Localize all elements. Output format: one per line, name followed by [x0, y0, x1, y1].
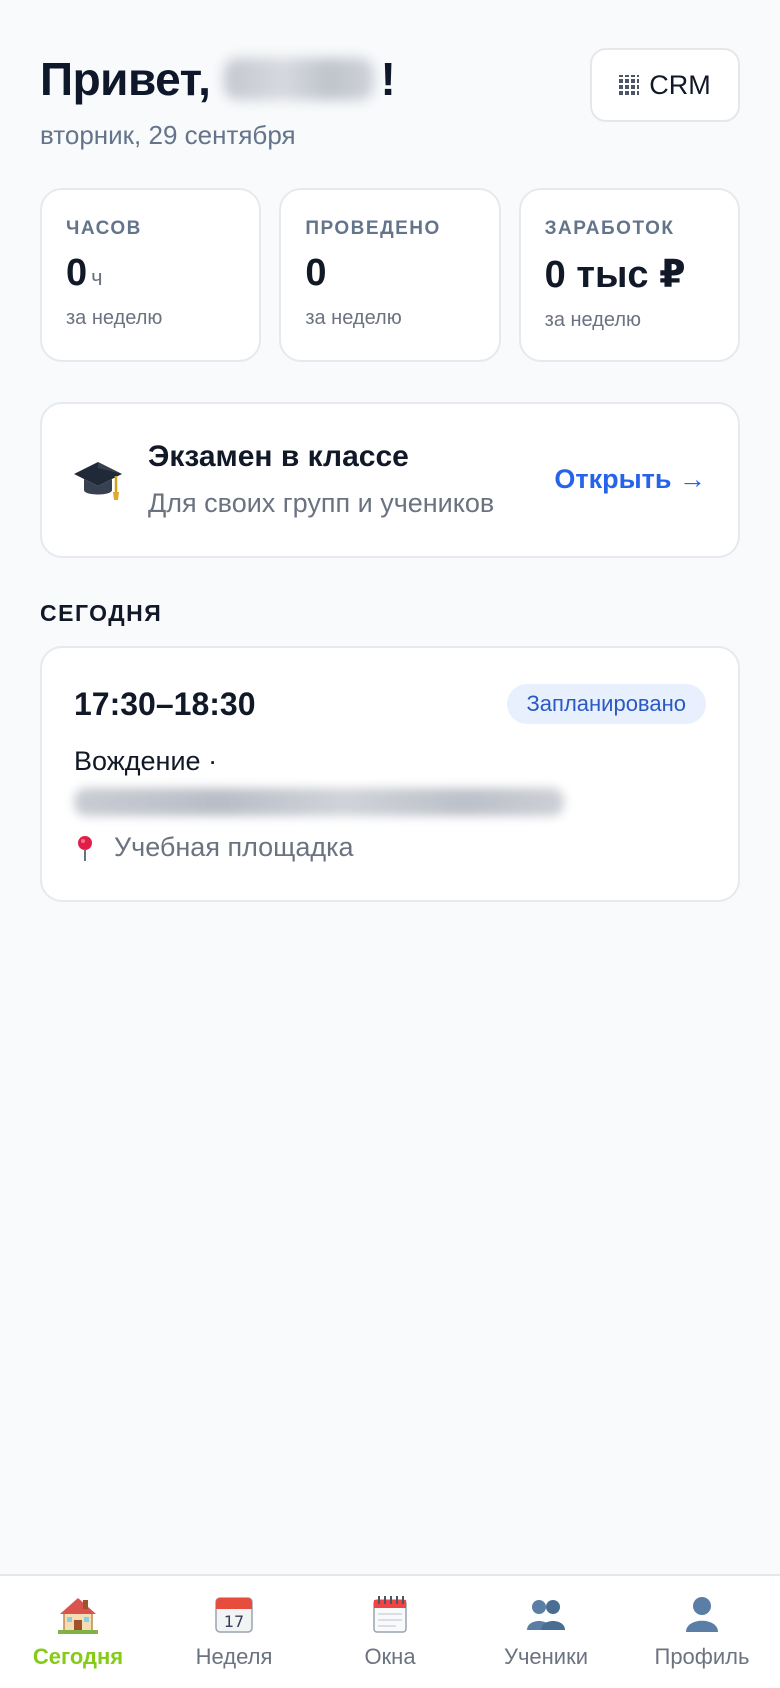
svg-text:17: 17	[224, 1612, 244, 1631]
crm-button-label: CRM	[649, 69, 711, 100]
stat-unit: ч	[91, 265, 103, 290]
nav-label: Сегодня	[32, 1644, 124, 1669]
stat-period: за неделю	[305, 307, 402, 329]
stat-period: за неделю	[66, 307, 163, 329]
header: Привет, ! вторник, 29 сентября CRM	[40, 48, 740, 158]
today-section-title: СЕГОДНЯ	[40, 600, 163, 626]
graduation-cap-icon	[74, 462, 122, 500]
stat-period: за неделю	[544, 309, 642, 331]
nav-item-today[interactable]: Сегодня	[0, 1576, 156, 1688]
nav-item-profile[interactable]: Профиль	[624, 1576, 780, 1688]
users-icon	[527, 1600, 565, 1630]
stat-number: 0	[66, 252, 88, 294]
spiral-calendar-icon	[373, 1596, 407, 1633]
exam-open-link[interactable]: Открыть →	[554, 464, 706, 495]
location-pin-icon	[78, 835, 92, 861]
greeting-suffix: !	[380, 53, 396, 105]
exam-title: Экзамен в классе	[148, 440, 409, 473]
nav-item-students[interactable]: Ученики	[468, 1576, 624, 1688]
greeting-prefix: Привет,	[40, 53, 211, 105]
nav-label: Окна	[364, 1644, 416, 1669]
stat-number: 0 тыс ₽	[544, 254, 686, 296]
home-screen: Привет, ! вторник, 29 сентября CRM ЧАСОВ…	[0, 0, 780, 1688]
current-date: вторник, 29 сентября	[40, 120, 296, 150]
lesson-card[interactable]: 17:30–18:30 Запланировано Вождение · Уче…	[40, 646, 740, 902]
stat-number: 0	[305, 252, 327, 294]
exam-subtitle: Для своих групп и учеников	[148, 488, 495, 518]
stat-card-earnings: ЗАРАБОТОК 0 тыс ₽ за неделю	[518, 188, 740, 362]
lesson-type: Вождение ·	[74, 746, 218, 776]
location-label: Учебная площадка	[114, 832, 354, 862]
nav-label: Неделя	[195, 1644, 273, 1669]
lesson-location: Учебная площадка	[74, 832, 354, 863]
stat-card-hours: ЧАСОВ 0ч за неделю	[40, 188, 262, 362]
user-name-redacted	[224, 58, 375, 100]
bottom-nav: Сегодня 17 Неделя Окна Ученики Профиль	[0, 1574, 780, 1688]
house-icon	[58, 1598, 98, 1634]
stat-value: 0 тыс ₽	[545, 252, 714, 297]
profile-icon	[686, 1597, 718, 1632]
grid-icon	[619, 75, 640, 95]
student-name-redacted	[74, 788, 564, 816]
status-badge: Запланировано	[506, 684, 706, 724]
nav-item-week[interactable]: 17 Неделя	[156, 1576, 312, 1688]
nav-label: Профиль	[654, 1644, 750, 1669]
stat-value: 0	[305, 252, 474, 295]
crm-button[interactable]: CRM	[590, 48, 740, 122]
stat-label: ЧАСОВ	[66, 218, 142, 239]
stat-value: 0ч	[66, 252, 235, 295]
calendar-icon: 17	[215, 1597, 253, 1633]
stat-label: ЗАРАБОТОК	[544, 218, 675, 239]
exam-card[interactable]: Экзамен в классе Для своих групп и учени…	[40, 402, 740, 558]
weekly-stats: ЧАСОВ 0ч за неделю ПРОВЕДЕНО 0 за неделю…	[40, 188, 740, 362]
greeting: Привет, !	[40, 52, 396, 106]
lesson-time: 17:30–18:30	[74, 686, 256, 722]
nav-label: Ученики	[503, 1644, 589, 1669]
stat-label: ПРОВЕДЕНО	[305, 218, 441, 239]
nav-item-slots[interactable]: Окна	[312, 1576, 468, 1688]
stat-card-conducted: ПРОВЕДЕНО 0 за неделю	[279, 188, 501, 362]
